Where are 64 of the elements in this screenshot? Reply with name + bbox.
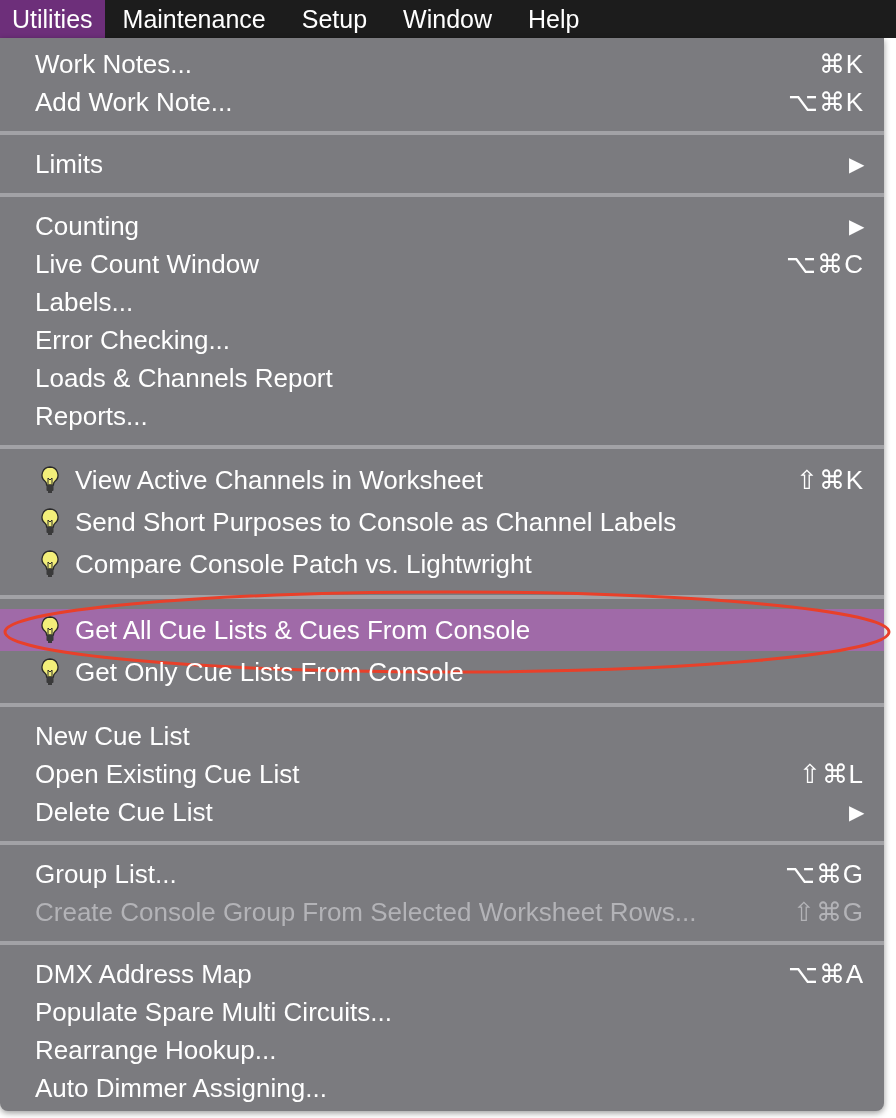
menu-item[interactable]: Compare Console Patch vs. Lightwright <box>0 543 884 585</box>
submenu-arrow: ▶ <box>849 800 864 825</box>
menu-item-label: Group List... <box>35 857 177 891</box>
shortcut-label: ⇧⌘L <box>798 757 864 791</box>
menu-item-label: Counting <box>35 209 140 243</box>
menu-item[interactable]: Loads & Channels Report <box>0 359 884 397</box>
menu-item-label: Send Short Purposes to Console as Channel Labels <box>75 505 677 539</box>
menu-item-label: Error Checking... <box>35 323 231 357</box>
menu-item[interactable]: Open Existing Cue List ⇧⌘L <box>0 755 884 793</box>
lightbulb-icon <box>38 657 62 687</box>
menu-item[interactable]: Error Checking... <box>0 321 884 359</box>
menu-item-label: Delete Cue List <box>35 795 213 829</box>
menu-item-label: Work Notes... <box>35 47 192 81</box>
menu-item[interactable]: New Cue List <box>0 717 884 755</box>
shortcut-label: ⌘K <box>818 47 864 81</box>
menu-item-label: Compare Console Patch vs. Lightwright <box>75 547 532 581</box>
menu-item[interactable]: Limits ▶ <box>0 145 884 183</box>
shortcut-label: ⇧⌘K <box>795 463 864 497</box>
shortcut-label: ⌥⌘K <box>787 85 864 119</box>
menu-item[interactable]: Work Notes... ⌘K <box>0 45 884 83</box>
menu-item-label: Add Work Note... <box>35 85 233 119</box>
menu-item-label: Live Count Window <box>35 247 259 281</box>
menu-item-label: DMX Address Map <box>35 957 252 991</box>
menu-item-label: Auto Dimmer Assigning... <box>35 1071 327 1105</box>
lightbulb-icon <box>38 549 62 579</box>
menu-item-label: View Active Channels in Worksheet <box>75 463 484 497</box>
shortcut-label: ⇧⌘G <box>792 895 864 929</box>
menu-item-label: Create Console Group From Selected Worksheet Rows... <box>35 895 697 929</box>
menu-item[interactable]: Delete Cue List ▶ <box>0 793 884 831</box>
lightbulb-icon <box>38 615 62 645</box>
menu-item[interactable]: Counting ▶ <box>0 207 884 245</box>
menu-bar-item[interactable]: Help <box>510 0 598 38</box>
menu-item-label: Reports... <box>35 399 148 433</box>
lightbulb-icon <box>38 507 62 537</box>
shortcut-label: ⌥⌘A <box>787 957 864 991</box>
menu-bar-item[interactable]: Maintenance <box>104 0 284 38</box>
submenu-arrow: ▶ <box>849 152 864 177</box>
menu-item[interactable]: Group List... ⌥⌘G <box>0 855 884 893</box>
shortcut-label: ⌥⌘G <box>784 857 864 891</box>
menu-item[interactable]: Auto Dimmer Assigning... <box>0 1069 884 1107</box>
lightbulb-icon <box>38 465 62 495</box>
menu-item-label: Rearrange Hookup... <box>35 1033 277 1067</box>
menu-item[interactable]: Labels... <box>0 283 884 321</box>
menu-bar-item[interactable]: Window <box>385 0 510 38</box>
menu-item[interactable]: View Active Channels in Worksheet ⇧⌘K <box>0 459 884 501</box>
menu-item-label: Loads & Channels Report <box>35 361 333 395</box>
menu-bar-item[interactable]: Utilities <box>0 0 105 38</box>
menu-item[interactable]: Populate Spare Multi Circuits... <box>0 993 884 1031</box>
menu-item[interactable]: Send Short Purposes to Console as Channel Labels <box>0 501 884 543</box>
menu-item[interactable]: Rearrange Hookup... <box>0 1031 884 1069</box>
menu-item[interactable]: Add Work Note... ⌥⌘K <box>0 83 884 121</box>
submenu-arrow: ▶ <box>849 214 864 239</box>
menu-item-label: Open Existing Cue List <box>35 757 300 791</box>
menu-item[interactable]: DMX Address Map ⌥⌘A <box>0 955 884 993</box>
menu-item[interactable]: Live Count Window ⌥⌘C <box>0 245 884 283</box>
menu-item-label: New Cue List <box>35 719 190 753</box>
shortcut-label: ⌥⌘C <box>786 247 864 281</box>
menu-item[interactable]: Get All Cue Lists & Cues From Console <box>0 609 884 651</box>
menu-item-label: Labels... <box>35 285 134 319</box>
menu-item-label: Limits <box>35 147 103 181</box>
menu-item-label: Populate Spare Multi Circuits... <box>35 995 392 1029</box>
menu-item-label: Get All Cue Lists & Cues From Console <box>75 613 531 647</box>
menu-item[interactable]: Reports... <box>0 397 884 435</box>
menu-bar-item[interactable]: Setup <box>283 0 386 38</box>
